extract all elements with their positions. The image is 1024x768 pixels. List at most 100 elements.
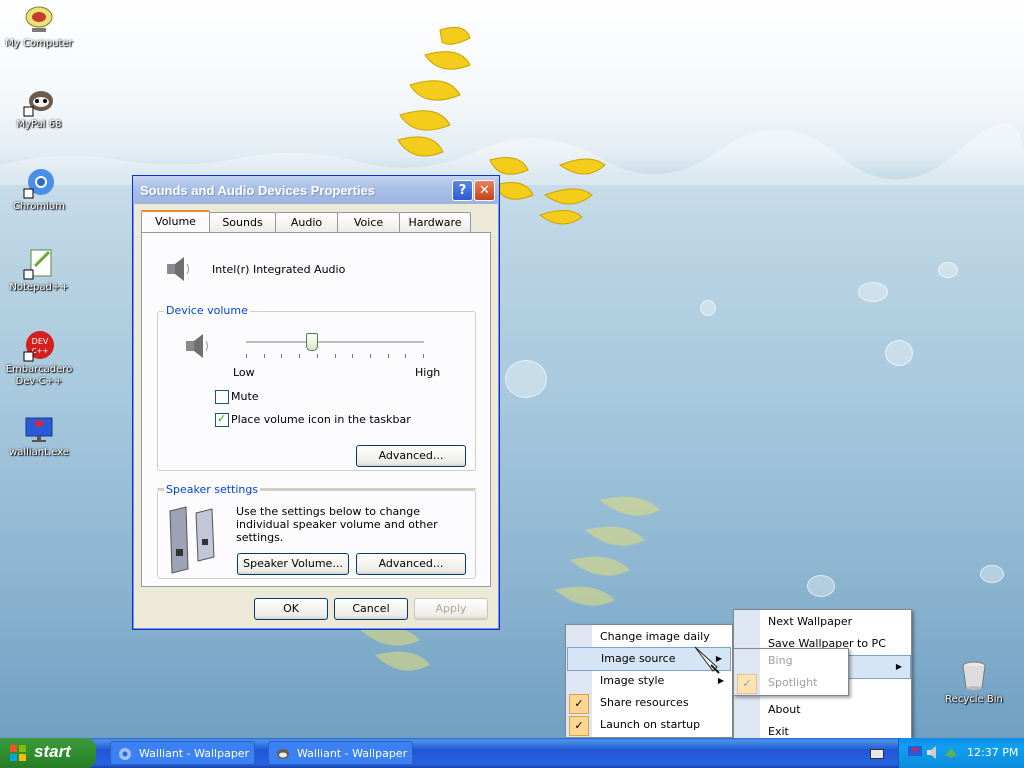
- desktop-icon-label: Notepad++: [9, 282, 69, 293]
- speaker-volume-button[interactable]: Speaker Volume...: [237, 553, 349, 575]
- device-volume-group: Device volume Low High Mute Place volume…: [157, 304, 476, 471]
- keyboard-icon[interactable]: [870, 749, 884, 759]
- desktop-icon-label: Embarcadero Dev-C++: [5, 364, 73, 387]
- mypal-icon: [23, 85, 55, 117]
- slider-tick: [423, 354, 424, 358]
- help-button[interactable]: ?: [452, 180, 473, 201]
- safely-remove-tray-icon[interactable]: [943, 744, 959, 760]
- desktop-icon-chromium[interactable]: Chromium: [1, 167, 77, 213]
- submenu-arrow-icon: ▶: [895, 662, 902, 671]
- slider-tick: [246, 354, 247, 358]
- device-volume-group-title: Device volume: [164, 304, 250, 317]
- checkmark-icon: ✓: [569, 716, 589, 736]
- menu-item-label: Spotlight: [768, 676, 818, 689]
- speaker-settings-group: Speaker settings Use the settings below …: [157, 483, 476, 579]
- slider-tick: [335, 354, 336, 358]
- devcpp-icon: DEV C++: [23, 330, 55, 362]
- apply-button[interactable]: Apply: [414, 598, 488, 620]
- slider-tick: [317, 354, 318, 358]
- menu-item-next-wallpaper[interactable]: Next Wallpaper: [734, 611, 911, 633]
- volume-slider-ticks: [246, 354, 424, 358]
- menu-item-label: Share resources: [600, 696, 689, 709]
- slider-tick: [299, 354, 300, 358]
- tab-hardware[interactable]: Hardware: [399, 212, 471, 233]
- menu-item-bing[interactable]: Bing: [734, 650, 848, 672]
- ok-button[interactable]: OK: [254, 598, 328, 620]
- recycle-bin-icon: [958, 660, 990, 692]
- dialog-titlebar[interactable]: Sounds and Audio Devices Properties ? ✕: [133, 176, 499, 204]
- speaker-settings-group-title: Speaker settings: [164, 483, 261, 496]
- sound-properties-dialog: Sounds and Audio Devices Properties ? ✕ …: [132, 175, 500, 630]
- clock[interactable]: 12:37 PM: [967, 746, 1018, 759]
- dialog-title: Sounds and Audio Devices Properties: [140, 183, 376, 198]
- speaker-settings-description: Use the settings below to change individ…: [236, 505, 438, 544]
- desktop-icon-label: MyPal 68: [16, 119, 62, 130]
- desktop-icon-label: My Computer: [5, 38, 73, 49]
- slider-tick: [388, 354, 389, 358]
- tab-sounds[interactable]: Sounds: [209, 212, 276, 233]
- desktop-icon-notepad-plus-plus[interactable]: Notepad++: [1, 248, 77, 294]
- menu-item-open-submenu[interactable]: ▶: [847, 655, 911, 679]
- cancel-button[interactable]: Cancel: [334, 598, 408, 620]
- desktop-icon-devcpp[interactable]: DEV C++ Embarcadero Dev-C++: [1, 330, 77, 388]
- desktop-icon-walliant[interactable]: walliant.exe: [1, 413, 77, 459]
- menu-item-launch-on-startup[interactable]: ✓ Launch on startup: [566, 714, 732, 736]
- taskbar-item-label: Walliant - Wallpaper ...: [297, 747, 413, 760]
- device-advanced-button[interactable]: Advanced...: [356, 445, 466, 467]
- speakers-icon: [169, 506, 215, 574]
- svg-text:C++: C++: [32, 347, 49, 355]
- taskbar-item-walliant-chromium[interactable]: Walliant - Wallpaper ...: [110, 741, 255, 765]
- taskbar: start Walliant - Wallpaper ... Walliant …: [0, 738, 1024, 768]
- chromium-icon: [119, 748, 131, 760]
- volume-slider[interactable]: [246, 332, 424, 362]
- desktop-icon-mypal[interactable]: MyPal 68: [1, 85, 77, 131]
- slider-tick: [352, 354, 353, 358]
- mute-checkbox[interactable]: [215, 390, 229, 404]
- device-name: Intel(r) Integrated Audio: [212, 263, 346, 276]
- menu-item-share-resources[interactable]: ✓ Share resources: [566, 692, 732, 714]
- menu-item-spotlight[interactable]: ✓ Spotlight: [734, 672, 848, 694]
- slider-tick: [264, 354, 265, 358]
- walliant-icon: [23, 413, 55, 445]
- walliant-options-menu: Change image daily Image source ▶ Image …: [565, 624, 733, 738]
- menu-item-label: Image source: [601, 652, 676, 665]
- menu-item-label: Launch on startup: [600, 718, 701, 731]
- taskbar-volume-icon-checkbox[interactable]: [215, 412, 229, 427]
- cursor-icon: [694, 646, 720, 674]
- menu-item-about[interactable]: About: [734, 699, 911, 721]
- start-label: start: [34, 742, 71, 761]
- checkmark-icon: ✓: [737, 674, 757, 694]
- checkmark-icon: ✓: [569, 694, 589, 714]
- mute-label: Mute: [231, 390, 259, 403]
- volume-high-label: High: [415, 366, 441, 379]
- desktop-icon-my-computer[interactable]: My Computer: [1, 4, 77, 50]
- desktop-icon-label: walliant.exe: [9, 447, 69, 458]
- image-source-submenu: Bing ✓ Spotlight: [733, 648, 849, 696]
- volume-tray-icon[interactable]: [925, 744, 941, 760]
- system-tray: 12:37 PM: [898, 738, 1024, 768]
- tab-voice[interactable]: Voice: [337, 212, 400, 233]
- volume-low-label: Low: [233, 366, 255, 379]
- walliant-tray-icon[interactable]: [907, 744, 923, 760]
- volume-slider-thumb[interactable]: [306, 333, 318, 351]
- taskbar-item-label: Walliant - Wallpaper ...: [139, 747, 255, 760]
- tab-audio[interactable]: Audio: [275, 212, 338, 233]
- menu-item-label: Bing: [768, 654, 793, 667]
- menu-item-label: Next Wallpaper: [768, 615, 853, 628]
- notepad-plus-plus-icon: [23, 248, 55, 280]
- close-button[interactable]: ✕: [474, 180, 495, 201]
- start-button[interactable]: start: [0, 738, 96, 768]
- speaker-advanced-button[interactable]: Advanced...: [356, 553, 466, 575]
- volume-slider-track: [246, 341, 424, 344]
- taskbar-item-walliant-mypal[interactable]: Walliant - Wallpaper ...: [268, 741, 413, 765]
- volume-speaker-icon: [186, 334, 208, 358]
- chromium-icon: [23, 167, 55, 199]
- desktop-icon-label: Recycle Bin: [945, 694, 1003, 705]
- desktop-icon-recycle-bin[interactable]: Recycle Bin: [936, 660, 1012, 706]
- svg-text:DEV: DEV: [32, 337, 49, 346]
- menu-item-label: About: [768, 703, 801, 716]
- speaker-icon: [167, 257, 189, 281]
- taskbar-volume-icon-label: Place volume icon in the taskbar: [231, 413, 411, 426]
- volume-tab-panel: Intel(r) Integrated Audio Device volume …: [141, 232, 491, 587]
- desktop-icon-label: Chromium: [13, 201, 65, 212]
